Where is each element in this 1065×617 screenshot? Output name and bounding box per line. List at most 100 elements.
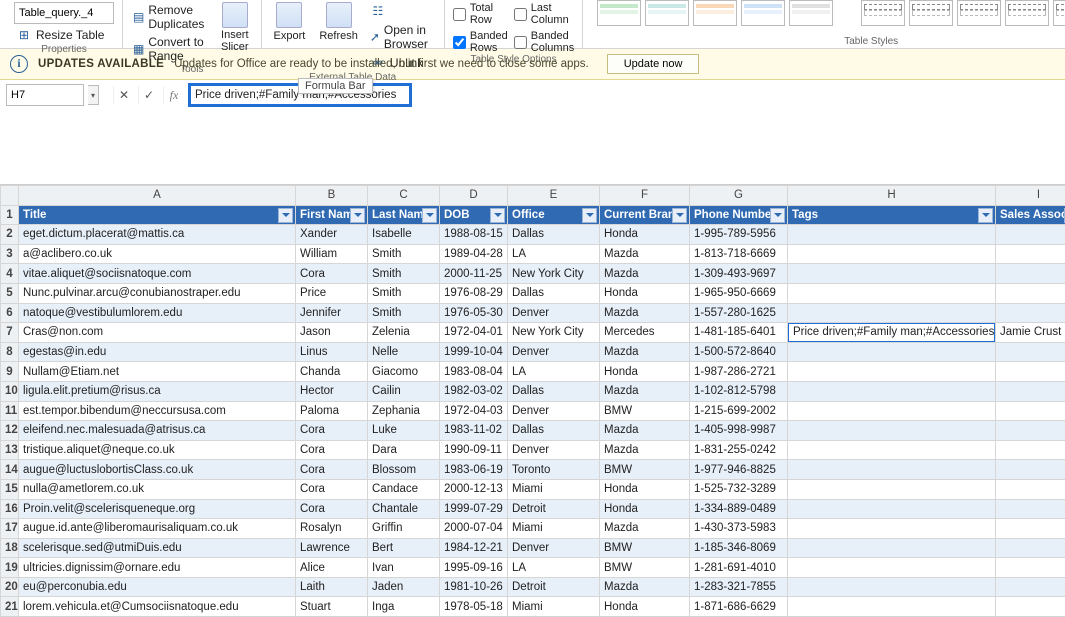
column-header[interactable]: D: [440, 186, 508, 206]
grid-cell[interactable]: [996, 283, 1065, 303]
grid-cell[interactable]: egestas@in.edu: [19, 342, 296, 362]
grid-cell[interactable]: [996, 538, 1065, 558]
row-header[interactable]: 14: [1, 460, 19, 480]
column-header[interactable]: B: [296, 186, 368, 206]
row-header[interactable]: 16: [1, 499, 19, 519]
grid-cell[interactable]: Paloma: [296, 401, 368, 421]
grid-cell[interactable]: 1989-04-28: [440, 244, 508, 264]
chk-banded-columns[interactable]: Banded Columns: [514, 30, 574, 54]
grid-cell[interactable]: Zelenia: [368, 323, 440, 343]
grid-cell[interactable]: [996, 303, 1065, 323]
row-header[interactable]: 15: [1, 479, 19, 499]
grid-cell[interactable]: Xander: [296, 225, 368, 245]
grid-cell[interactable]: [996, 479, 1065, 499]
grid-cell[interactable]: Mazda: [600, 519, 690, 539]
name-box-dropdown[interactable]: ▾: [88, 85, 99, 105]
grid-cell[interactable]: [996, 558, 1065, 578]
grid-cell[interactable]: Mazda: [600, 381, 690, 401]
column-header[interactable]: E: [508, 186, 600, 206]
row-header[interactable]: 5: [1, 283, 19, 303]
grid-cell[interactable]: eleifend.nec.malesuada@atrisus.ca: [19, 421, 296, 441]
row-header[interactable]: 18: [1, 538, 19, 558]
grid-cell[interactable]: Laith: [296, 577, 368, 597]
grid-cell[interactable]: [788, 519, 996, 539]
grid-cell[interactable]: 2000-11-25: [440, 264, 508, 284]
grid-cell[interactable]: Mazda: [600, 577, 690, 597]
grid-cell[interactable]: [788, 283, 996, 303]
grid-cell[interactable]: 1976-08-29: [440, 283, 508, 303]
grid-cell[interactable]: 1-481-185-6401: [690, 323, 788, 343]
grid-cell[interactable]: Proin.velit@scelerisqueneque.org: [19, 499, 296, 519]
grid-cell[interactable]: 1981-10-26: [440, 577, 508, 597]
grid-cell[interactable]: 1976-05-30: [440, 303, 508, 323]
grid-cell[interactable]: 1983-11-02: [440, 421, 508, 441]
grid-cell[interactable]: Miami: [508, 519, 600, 539]
resize-table-button[interactable]: ⊞Resize Table: [14, 26, 114, 44]
grid-cell[interactable]: Giacomo: [368, 362, 440, 382]
row-header[interactable]: 13: [1, 440, 19, 460]
grid-cell[interactable]: [788, 381, 996, 401]
grid-cell[interactable]: Bert: [368, 538, 440, 558]
grid-cell[interactable]: Dara: [368, 440, 440, 460]
grid-cell[interactable]: [788, 460, 996, 480]
grid-cell[interactable]: [996, 577, 1065, 597]
grid-cell[interactable]: [996, 362, 1065, 382]
grid-cell[interactable]: Griffin: [368, 519, 440, 539]
filter-dropdown-icon[interactable]: [978, 208, 993, 223]
grid-cell[interactable]: Cora: [296, 264, 368, 284]
grid-cell[interactable]: Chanda: [296, 362, 368, 382]
column-header[interactable]: G: [690, 186, 788, 206]
grid-cell[interactable]: William: [296, 244, 368, 264]
grid-cell[interactable]: Jennifer: [296, 303, 368, 323]
grid-cell[interactable]: [788, 597, 996, 617]
grid-cell[interactable]: 1983-08-04: [440, 362, 508, 382]
grid-cell[interactable]: Dallas: [508, 381, 600, 401]
grid-cell[interactable]: LA: [508, 362, 600, 382]
column-header[interactable]: H: [788, 186, 996, 206]
grid-cell[interactable]: 1-525-732-3289: [690, 479, 788, 499]
row-header[interactable]: 9: [1, 362, 19, 382]
grid-cell[interactable]: Linus: [296, 342, 368, 362]
table-column-header[interactable]: Tags: [788, 205, 996, 225]
grid-cell[interactable]: Detroit: [508, 499, 600, 519]
grid-cell[interactable]: Chantale: [368, 499, 440, 519]
grid-cell[interactable]: 1972-04-03: [440, 401, 508, 421]
grid-cell[interactable]: Mazda: [600, 342, 690, 362]
chk-last-column[interactable]: Last Column: [514, 2, 574, 26]
grid-cell[interactable]: eget.dictum.placerat@mattis.ca: [19, 225, 296, 245]
style-swatch[interactable]: [645, 0, 689, 26]
grid-cell[interactable]: [996, 381, 1065, 401]
style-swatch[interactable]: [789, 0, 833, 26]
grid-cell[interactable]: 1-557-280-1625: [690, 303, 788, 323]
grid-cell[interactable]: tristique.aliquet@neque.co.uk: [19, 440, 296, 460]
grid-cell[interactable]: ligula.elit.pretium@risus.ca: [19, 381, 296, 401]
grid-cell[interactable]: lorem.vehicula.et@Cumsociisnatoque.edu: [19, 597, 296, 617]
grid-cell[interactable]: Nullam@Etiam.net: [19, 362, 296, 382]
grid-cell[interactable]: 1972-04-01: [440, 323, 508, 343]
grid-cell[interactable]: Smith: [368, 303, 440, 323]
row-header[interactable]: 10: [1, 381, 19, 401]
select-all-corner[interactable]: [1, 186, 19, 206]
row-header[interactable]: 6: [1, 303, 19, 323]
row-header[interactable]: 3: [1, 244, 19, 264]
worksheet-grid[interactable]: ABCDEFGHI1TitleFirst NameLast NameDOBOff…: [0, 185, 1065, 617]
grid-cell[interactable]: Dallas: [508, 283, 600, 303]
grid-cell[interactable]: [788, 342, 996, 362]
grid-cell[interactable]: 1-995-789-5956: [690, 225, 788, 245]
grid-cell[interactable]: 1-405-998-9987: [690, 421, 788, 441]
grid-cell[interactable]: 1-871-686-6629: [690, 597, 788, 617]
grid-cell[interactable]: scelerisque.sed@utmiDuis.edu: [19, 538, 296, 558]
open-in-browser-button[interactable]: ➚Open in Browser: [368, 22, 436, 52]
style-swatch[interactable]: [957, 0, 1001, 26]
grid-cell[interactable]: [996, 440, 1065, 460]
table-column-header[interactable]: Office: [508, 205, 600, 225]
grid-cell[interactable]: natoque@vestibulumlorem.edu: [19, 303, 296, 323]
grid-cell[interactable]: 1983-06-19: [440, 460, 508, 480]
grid-cell[interactable]: Miami: [508, 479, 600, 499]
filter-dropdown-icon[interactable]: [422, 208, 437, 223]
grid-cell[interactable]: Denver: [508, 440, 600, 460]
grid-cell[interactable]: [788, 264, 996, 284]
grid-cell[interactable]: Nunc.pulvinar.arcu@conubianostraper.edu: [19, 283, 296, 303]
grid-cell[interactable]: LA: [508, 558, 600, 578]
grid-cell[interactable]: Denver: [508, 538, 600, 558]
